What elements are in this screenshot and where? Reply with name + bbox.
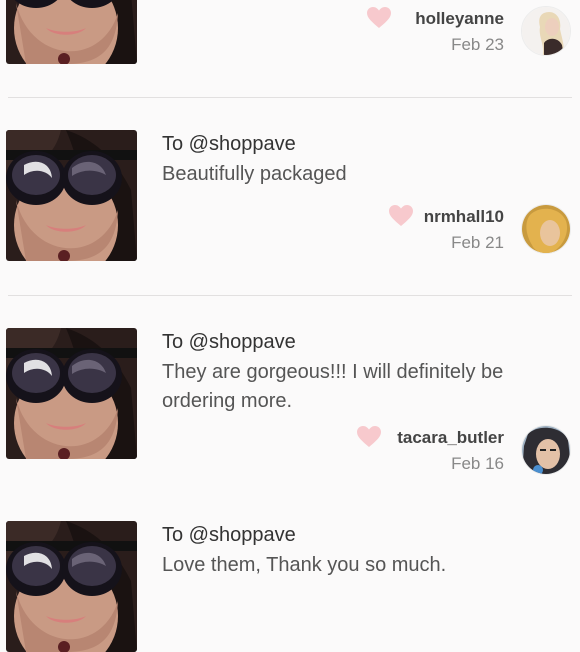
- product-thumbnail[interactable]: [6, 0, 137, 64]
- reviewer-username[interactable]: nrmhall10: [424, 207, 504, 227]
- review-recipient[interactable]: To @shoppave: [162, 133, 296, 156]
- reviewer-username[interactable]: holleyanne: [415, 9, 504, 29]
- product-thumbnail[interactable]: [6, 328, 137, 459]
- divider: [8, 97, 572, 98]
- product-thumbnail[interactable]: [6, 521, 137, 652]
- product-thumbnail[interactable]: [6, 130, 137, 261]
- review-date: Feb 21: [451, 233, 504, 252]
- review-date: Feb 16: [451, 454, 504, 473]
- divider: [8, 295, 572, 296]
- reviewer-avatar[interactable]: [521, 204, 571, 254]
- review-message: They are gorgeous!!! I will definitely b…: [162, 361, 504, 412]
- reviewer-avatar[interactable]: [521, 6, 571, 56]
- review-recipient[interactable]: To @shoppave: [162, 524, 296, 547]
- review-date: Feb 23: [451, 35, 504, 54]
- reviewer-avatar[interactable]: [521, 425, 571, 475]
- heart-icon[interactable]: [357, 426, 381, 448]
- reviewer-username[interactable]: tacara_butler: [397, 428, 504, 448]
- heart-icon[interactable]: [389, 205, 413, 227]
- heart-icon[interactable]: [367, 7, 391, 29]
- review-recipient[interactable]: To @shoppave: [162, 331, 296, 354]
- review-message: Beautifully packaged: [162, 163, 347, 185]
- review-message: Love them, Thank you so much.: [162, 554, 447, 576]
